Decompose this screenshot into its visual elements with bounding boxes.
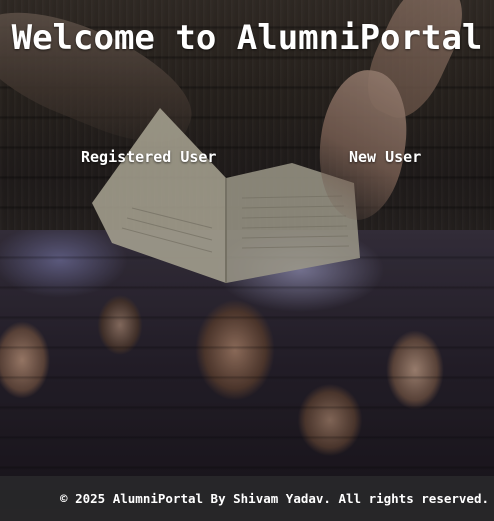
registered-user-link[interactable]: Registered User: [81, 148, 216, 166]
background-image: [0, 0, 494, 521]
copyright-text: © 2025 AlumniPortal By Shivam Yadav. All…: [60, 491, 489, 506]
footer: © 2025 AlumniPortal By Shivam Yadav. All…: [0, 476, 494, 521]
background-overlay: [0, 0, 494, 521]
new-user-link[interactable]: New User: [349, 148, 421, 166]
page-title: Welcome to AlumniPortal: [11, 18, 483, 58]
